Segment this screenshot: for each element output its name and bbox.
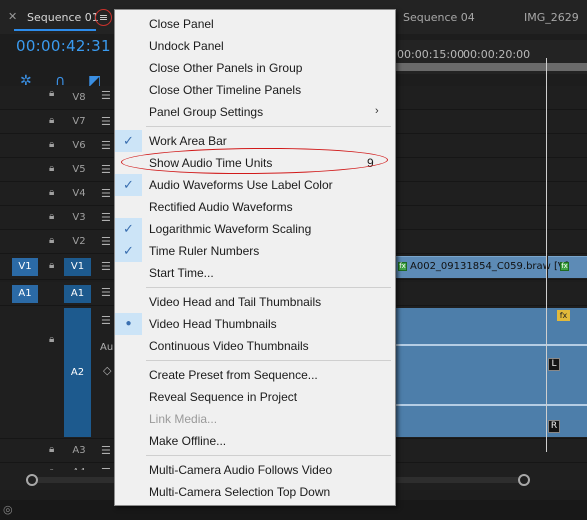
- track-output-icon[interactable]: ☰: [101, 235, 111, 248]
- hamburger-icon: ≡: [98, 11, 109, 24]
- menu-item-undock-panel[interactable]: Undock Panel: [115, 35, 395, 57]
- menu-item-rectified-waveforms[interactable]: Rectified Audio Waveforms: [115, 196, 395, 218]
- lock-icon[interactable]: 🔒︎: [49, 115, 54, 126]
- work-area-bar[interactable]: [395, 63, 587, 71]
- track-label: V7: [72, 116, 86, 127]
- source-patch-a1[interactable]: A1: [12, 285, 38, 303]
- checkmark-icon: ✓: [115, 130, 142, 152]
- track-label: V5: [72, 164, 86, 175]
- track-target-v1[interactable]: V1: [64, 258, 91, 276]
- track-label: V8: [72, 92, 86, 103]
- tab-img-2629[interactable]: IMG_2629: [524, 11, 579, 24]
- lock-icon[interactable]: 🔒︎: [49, 163, 54, 174]
- clip-fx-badge: fx: [557, 310, 570, 321]
- playhead-timecode[interactable]: 00:00:42:31: [16, 37, 111, 55]
- volume-keyframe-icon[interactable]: ◇: [103, 364, 111, 377]
- menu-item-head-thumbnails[interactable]: ● Video Head Thumbnails: [115, 313, 395, 335]
- lock-icon[interactable]: 🔒︎: [49, 88, 54, 99]
- checkmark-icon: ✓: [115, 240, 142, 262]
- audio-clip[interactable]: [395, 308, 587, 437]
- track-target-a2[interactable]: A2: [64, 308, 91, 437]
- panel-context-menu: Close Panel Undock Panel Close Other Pan…: [114, 9, 396, 506]
- clip-fx-badge: fx: [398, 262, 407, 271]
- tab-sequence-04[interactable]: Sequence 04: [403, 11, 475, 24]
- lock-icon[interactable]: 🔒︎: [49, 334, 54, 345]
- track-output-icon[interactable]: ☰: [101, 139, 111, 152]
- menu-item-continuous-thumbnails[interactable]: Continuous Video Thumbnails: [115, 335, 395, 357]
- track-label: V6: [72, 140, 86, 151]
- menu-item-start-time[interactable]: Start Time...: [115, 262, 395, 284]
- scroll-handle-right[interactable]: [518, 474, 530, 486]
- clip-name: A002_09131854_C059.braw [V]: [410, 261, 569, 272]
- track-output-icon[interactable]: ☰: [101, 260, 111, 273]
- lock-icon[interactable]: 🔒︎: [49, 235, 54, 246]
- menu-item-make-offline[interactable]: Make Offline...: [115, 430, 395, 452]
- menu-item-close-other-panels[interactable]: Close Other Panels in Group: [115, 57, 395, 79]
- playhead-line[interactable]: [546, 58, 547, 452]
- track-name-partial: Au: [100, 342, 114, 353]
- track-label: V4: [72, 188, 86, 199]
- channel-right-label: R: [548, 420, 560, 433]
- checkmark-icon: ✓: [115, 218, 142, 240]
- lock-icon[interactable]: 🔒︎: [49, 139, 54, 150]
- tab-sequence-01[interactable]: Sequence 01: [27, 11, 99, 24]
- lock-icon[interactable]: 🔒︎: [49, 260, 54, 271]
- lock-icon[interactable]: 🔒︎: [49, 211, 54, 222]
- track-output-icon[interactable]: ☰: [101, 115, 111, 128]
- track-output-icon[interactable]: ☰: [101, 286, 111, 299]
- track-output-icon[interactable]: ☰: [101, 89, 111, 102]
- submenu-arrow-icon: ›: [375, 105, 379, 117]
- track-output-icon[interactable]: ☰: [101, 211, 111, 224]
- channel-left-label: L: [548, 358, 560, 371]
- menu-item-multicam-selection-top-down[interactable]: Multi-Camera Selection Top Down: [115, 481, 395, 503]
- ruler-timecode: 00:00:15:00: [397, 48, 465, 61]
- track-output-icon[interactable]: ☰: [101, 314, 111, 327]
- audio-waveform: [395, 404, 587, 406]
- menu-item-link-media: Link Media...: [149, 412, 218, 426]
- track-label: V3: [72, 212, 86, 223]
- menu-item-close-other-timelines[interactable]: Close Other Timeline Panels: [115, 79, 395, 101]
- menu-item-waveforms-label-color[interactable]: ✓ Audio Waveforms Use Label Color: [115, 174, 395, 196]
- lock-icon[interactable]: 🔒︎: [49, 187, 54, 198]
- lock-icon[interactable]: 🔒︎: [49, 444, 54, 455]
- audio-waveform: [395, 344, 587, 346]
- menu-separator: [146, 126, 391, 127]
- menu-item-multicam-audio-follows[interactable]: Multi-Camera Audio Follows Video: [115, 459, 395, 481]
- source-patch-v1[interactable]: V1: [12, 258, 38, 276]
- close-tab-icon[interactable]: ✕: [8, 10, 17, 23]
- track-output-icon[interactable]: ☰: [101, 163, 111, 176]
- menu-item-create-preset[interactable]: Create Preset from Sequence...: [115, 364, 395, 386]
- menu-item-logarithmic-scaling[interactable]: ✓ Logarithmic Waveform Scaling: [115, 218, 395, 240]
- radio-dot-icon: ●: [115, 313, 142, 335]
- ruler-timecode: 00:00:20:00: [463, 48, 531, 61]
- menu-separator: [146, 455, 391, 456]
- clip-fx-badge: fx: [560, 262, 569, 271]
- track-label: V2: [72, 236, 86, 247]
- creative-cloud-icon[interactable]: ◎: [3, 503, 13, 516]
- active-tab-indicator: [14, 29, 96, 31]
- menu-separator: [146, 360, 391, 361]
- menu-item-close-panel[interactable]: Close Panel: [115, 13, 395, 35]
- menu-separator: [146, 287, 391, 288]
- track-output-icon[interactable]: ☰: [101, 187, 111, 200]
- panel-menu-button[interactable]: ≡: [95, 9, 112, 26]
- menu-item-panel-group-settings[interactable]: Panel Group Settings ›: [115, 101, 395, 123]
- track-label: A3: [72, 445, 86, 456]
- checkmark-icon: ✓: [115, 174, 142, 196]
- track-output-icon[interactable]: ☰: [101, 444, 111, 457]
- menu-item-time-ruler-numbers[interactable]: ✓ Time Ruler Numbers: [115, 240, 395, 262]
- scroll-handle-left[interactable]: [26, 474, 38, 486]
- track-target-a1[interactable]: A1: [64, 285, 91, 303]
- menu-item-reveal-sequence[interactable]: Reveal Sequence in Project: [115, 386, 395, 408]
- menu-item-head-tail-thumbnails[interactable]: Video Head and Tail Thumbnails: [115, 291, 395, 313]
